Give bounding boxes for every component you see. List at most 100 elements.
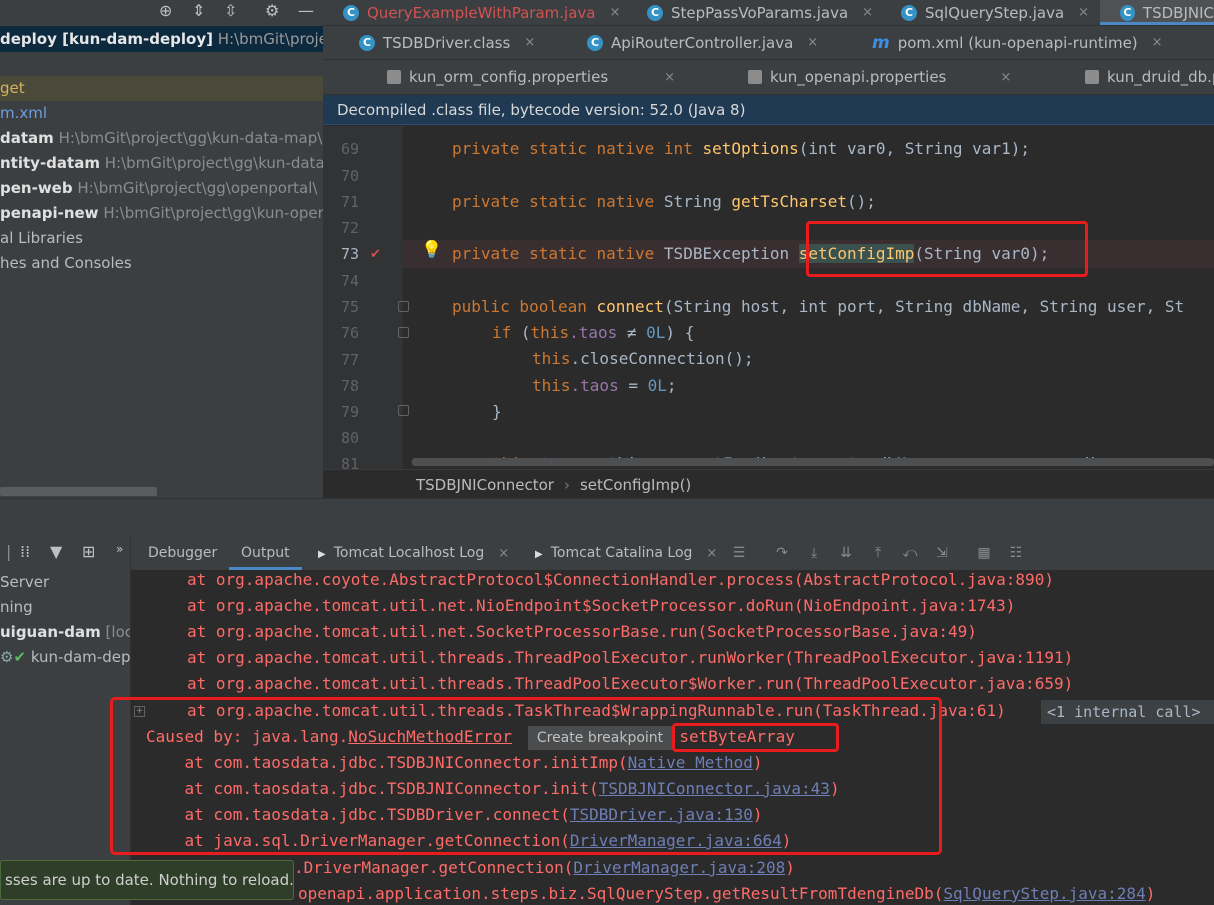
- lightbulb-icon[interactable]: 💡: [421, 240, 442, 260]
- gear-icon[interactable]: ⚙: [265, 1, 279, 20]
- force-step-into-icon[interactable]: ⇊: [838, 545, 854, 561]
- service-label: uiguan-dam: [0, 623, 101, 641]
- step-into-icon[interactable]: ⤓: [806, 545, 822, 561]
- service-tree-item[interactable]: ning: [0, 595, 130, 620]
- tab-tsdb-driver[interactable]: C TSDBDriver.class ×: [359, 26, 535, 59]
- tab-tsdbjni-connector[interactable]: C TSDBJNIC: [1100, 0, 1214, 25]
- tab-kun-openapi-properties[interactable]: kun_openapi.properties ×: [748, 60, 1011, 94]
- code-text: ≠: [617, 323, 647, 342]
- add-service-icon[interactable]: ⊞: [82, 542, 95, 561]
- tab-label: Debugger: [148, 545, 218, 561]
- breakpoint-check-icon[interactable]: ✔: [370, 247, 381, 262]
- tab-query-example-with-param[interactable]: C QueryExampleWithParam.java ×: [343, 0, 620, 25]
- tab-tomcat-localhost-log[interactable]: ▶ Tomcat Localhost Log ×: [318, 536, 509, 570]
- class-icon: C: [647, 4, 663, 21]
- menu-icon[interactable]: ☰: [731, 545, 747, 561]
- tab-label: kun_orm_config.properties: [409, 68, 609, 86]
- filter-icon[interactable]: ▼: [50, 542, 62, 561]
- locate-icon[interactable]: ⊕: [159, 1, 172, 20]
- fold-toggle-icon[interactable]: [398, 301, 409, 312]
- console-line: at org.apache.tomcat.util.net.NioEndpoin…: [187, 596, 1016, 615]
- close-icon[interactable]: ×: [664, 70, 675, 85]
- properties-icon: [387, 70, 401, 84]
- tab-label: ApiRouterController.java: [611, 33, 794, 52]
- project-horizontal-scrollbar[interactable]: [0, 487, 157, 496]
- line-number: 80: [340, 429, 359, 447]
- group-icon[interactable]: ⁞⁞: [20, 542, 30, 561]
- services-toolbar: | ⁞⁞ ▼ ⊞ »: [0, 536, 130, 570]
- line-number: 69: [340, 140, 359, 158]
- tab-tomcat-catalina-log[interactable]: ▶ Tomcat Catalina Log ×: [535, 536, 717, 570]
- code-method-name: connect: [596, 297, 664, 316]
- close-icon[interactable]: ×: [807, 35, 818, 50]
- close-icon[interactable]: ×: [524, 35, 535, 50]
- code-text: =: [618, 376, 648, 395]
- close-icon[interactable]: ×: [706, 546, 717, 561]
- tree-item-module-open-web[interactable]: pen-web H:\bmGit\project\gg\openportal\: [0, 176, 323, 201]
- tab-sql-query-step[interactable]: C SqlQueryStep.java ×: [901, 0, 1089, 25]
- minimize-icon[interactable]: —: [298, 1, 314, 20]
- console-line: openapi.application.steps.biz.SqlQuerySt…: [298, 884, 1155, 905]
- code-text: ();: [846, 192, 876, 211]
- tree-item-module-entity-datam[interactable]: ntity-datam H:\bmGit\project\gg\kun-data…: [0, 151, 323, 176]
- close-icon[interactable]: ×: [498, 546, 509, 561]
- editor-horizontal-scrollbar[interactable]: [412, 458, 1214, 466]
- tree-item-pom[interactable]: m.xml: [0, 101, 323, 126]
- service-tree-item[interactable]: uiguan-dam [loca: [0, 620, 130, 645]
- more-icon[interactable]: »: [116, 542, 123, 556]
- service-tree-item[interactable]: ⚙✔ kun-dam-dep: [0, 645, 130, 670]
- tab-kun-druid-db[interactable]: kun_druid_db.p: [1085, 60, 1214, 94]
- tree-item-external-libraries[interactable]: al Libraries: [0, 226, 323, 251]
- step-over-icon[interactable]: ↷: [774, 545, 790, 561]
- tree-item-module-openapi-new[interactable]: penapi-new H:\bmGit\project\gg\kun-oper: [0, 201, 323, 226]
- project-root-row[interactable]: deploy [kun-dam-deploy] H:\bmGit\project: [0, 26, 323, 52]
- code-number: 0L: [646, 323, 666, 342]
- stack-frame-link[interactable]: SqlQueryStep.java:284: [943, 884, 1145, 903]
- stack-frame-link[interactable]: DriverManager.java:208: [573, 858, 785, 877]
- tab-step-pass-vo-params[interactable]: C StepPassVoParams.java ×: [647, 0, 873, 25]
- step-out-icon[interactable]: ⤒: [870, 545, 886, 561]
- close-icon[interactable]: ×: [862, 5, 873, 20]
- fold-toggle-icon[interactable]: [398, 405, 409, 416]
- stack-frame-text: ): [1145, 884, 1156, 903]
- code-line-71: private static native String getTsCharse…: [452, 192, 876, 211]
- expand-all-icon[interactable]: ⇕: [192, 1, 205, 20]
- tree-item-label: get: [0, 79, 25, 97]
- breadcrumb-class[interactable]: TSDBJNIConnector: [416, 476, 554, 494]
- breadcrumb-separator: ›: [563, 476, 570, 494]
- tree-item-target[interactable]: get: [0, 76, 323, 101]
- panel-divider[interactable]: [0, 498, 1214, 537]
- tab-label: kun_druid_db.p: [1107, 68, 1214, 86]
- service-tree-item[interactable]: Server: [0, 570, 130, 595]
- tree-item-scratches[interactable]: hes and Consoles: [0, 251, 323, 276]
- drop-frame-icon[interactable]: ⤺: [902, 545, 918, 561]
- code-text: ) {: [665, 323, 695, 342]
- collapse-all-icon[interactable]: ⇳: [224, 1, 237, 20]
- close-icon[interactable]: ×: [1078, 5, 1089, 20]
- close-icon[interactable]: ×: [609, 5, 620, 20]
- tab-kun-orm-config[interactable]: kun_orm_config.properties ×: [387, 60, 675, 94]
- internal-call-fold[interactable]: <1 internal call>: [1041, 700, 1214, 724]
- annotation-highlight-box: [110, 697, 942, 855]
- run-to-cursor-icon[interactable]: ⇲: [934, 545, 950, 561]
- tree-item-module-datam[interactable]: datam H:\bmGit\project\gg\kun-data-map\k…: [0, 126, 323, 151]
- close-icon[interactable]: ×: [1152, 35, 1163, 50]
- fold-toggle-icon[interactable]: [398, 327, 409, 338]
- reload-notification[interactable]: sses are up to date. Nothing to reload.: [0, 860, 294, 900]
- evaluate-icon[interactable]: ▦: [976, 545, 992, 561]
- trace-icon[interactable]: ☷: [1008, 545, 1024, 561]
- tab-api-router-controller[interactable]: C ApiRouterController.java ×: [587, 26, 818, 59]
- editor-tab-row-2: C TSDBDriver.class × C ApiRouterController.…: [323, 26, 1214, 60]
- line-number: 70: [340, 167, 359, 185]
- close-icon[interactable]: ×: [1000, 70, 1011, 85]
- breadcrumb-method[interactable]: setConfigImp(): [580, 476, 691, 494]
- tree-item-path: H:\bmGit\project\gg\kun-data-: [104, 154, 323, 172]
- tab-pom-xml[interactable]: m pom.xml (kun-openapi-runtime) ×: [872, 26, 1163, 59]
- tab-label: TSDBJNIC: [1142, 3, 1214, 22]
- deploy-icon: ⚙: [0, 648, 14, 666]
- tab-debugger[interactable]: Debugger: [148, 536, 217, 570]
- tab-output[interactable]: Output: [229, 536, 302, 570]
- code-number: 0L: [647, 376, 667, 395]
- tab-label: Tomcat Catalina Log: [550, 545, 693, 561]
- maven-icon: m: [872, 32, 890, 53]
